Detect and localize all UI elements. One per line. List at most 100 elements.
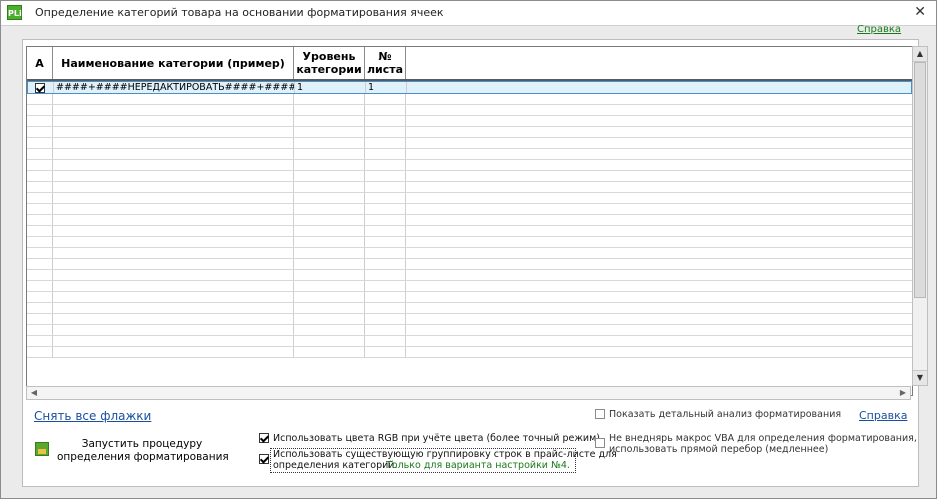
grid-cell[interactable] bbox=[365, 248, 406, 258]
grid-cell[interactable] bbox=[53, 116, 294, 126]
grid-cell[interactable] bbox=[294, 138, 365, 148]
grid-cell[interactable] bbox=[294, 303, 365, 313]
grid-cell[interactable] bbox=[53, 292, 294, 302]
grid-cell[interactable] bbox=[365, 336, 406, 346]
grid-cell[interactable] bbox=[365, 138, 406, 148]
table-row[interactable] bbox=[27, 171, 912, 182]
scroll-right-icon[interactable]: ▶ bbox=[896, 387, 910, 399]
grid-cell[interactable] bbox=[365, 193, 406, 203]
grid-cell[interactable] bbox=[27, 314, 53, 324]
category-level-cell[interactable]: 1 bbox=[295, 82, 366, 93]
grid-cell[interactable] bbox=[365, 303, 406, 313]
grid-cell[interactable] bbox=[53, 259, 294, 269]
rgb-colors-checkbox[interactable] bbox=[259, 433, 269, 443]
grid-cell[interactable] bbox=[365, 182, 406, 192]
table-row[interactable] bbox=[27, 237, 912, 248]
column-header-a[interactable]: A bbox=[27, 47, 53, 79]
table-row[interactable] bbox=[27, 292, 912, 303]
scroll-up-icon[interactable]: ▲ bbox=[913, 47, 927, 62]
grid-cell[interactable] bbox=[53, 226, 294, 236]
grid-cell[interactable] bbox=[294, 116, 365, 126]
no-vba-checkbox[interactable] bbox=[595, 438, 605, 448]
grid-cell[interactable] bbox=[365, 292, 406, 302]
row-checkbox[interactable] bbox=[35, 82, 45, 93]
grid-cell[interactable] bbox=[53, 215, 294, 225]
grid-cell[interactable] bbox=[294, 94, 365, 104]
grid-cell[interactable] bbox=[294, 248, 365, 258]
grid-cell[interactable] bbox=[27, 303, 53, 313]
table-row[interactable] bbox=[27, 138, 912, 149]
grid-cell[interactable] bbox=[53, 303, 294, 313]
grid-cell[interactable] bbox=[53, 138, 294, 148]
grid-cell[interactable] bbox=[294, 215, 365, 225]
grid-cell[interactable] bbox=[27, 248, 53, 258]
grid-cell[interactable] bbox=[27, 149, 53, 159]
grid-cell[interactable] bbox=[53, 105, 294, 115]
sheet-number-cell[interactable]: 1 bbox=[366, 82, 407, 93]
table-row[interactable] bbox=[27, 160, 912, 171]
grid-cell[interactable] bbox=[27, 138, 53, 148]
detail-analysis-checkbox[interactable] bbox=[595, 409, 605, 419]
table-row[interactable] bbox=[27, 127, 912, 138]
column-header-sheet-number[interactable]: № листа bbox=[365, 47, 406, 79]
grid-cell[interactable] bbox=[294, 226, 365, 236]
grid-cell[interactable] bbox=[365, 347, 406, 357]
grid-cell[interactable] bbox=[294, 105, 365, 115]
grid-cell[interactable] bbox=[27, 281, 53, 291]
table-row[interactable] bbox=[27, 204, 912, 215]
vertical-scrollbar[interactable]: ▲ ▼ bbox=[912, 46, 928, 386]
grid-cell[interactable] bbox=[365, 226, 406, 236]
categories-grid[interactable]: A Наименование категории (пример) Уровен… bbox=[26, 46, 913, 396]
table-row[interactable] bbox=[27, 116, 912, 127]
table-row[interactable] bbox=[27, 193, 912, 204]
grid-cell[interactable] bbox=[27, 325, 53, 335]
grid-cell[interactable] bbox=[365, 116, 406, 126]
grid-cell[interactable] bbox=[365, 105, 406, 115]
grid-cell[interactable] bbox=[53, 270, 294, 280]
grid-cell[interactable] bbox=[27, 259, 53, 269]
grid-cell[interactable] bbox=[27, 171, 53, 181]
grid-cell[interactable] bbox=[53, 336, 294, 346]
grid-cell[interactable] bbox=[365, 160, 406, 170]
grid-cell[interactable] bbox=[365, 127, 406, 137]
grid-cell[interactable] bbox=[53, 314, 294, 324]
use-grouping-checkbox[interactable] bbox=[259, 454, 269, 464]
grid-cell[interactable] bbox=[53, 347, 294, 357]
grid-cell[interactable] bbox=[27, 237, 53, 247]
table-row[interactable] bbox=[27, 215, 912, 226]
grid-cell[interactable] bbox=[294, 149, 365, 159]
grid-cell[interactable] bbox=[27, 160, 53, 170]
grid-cell[interactable] bbox=[53, 248, 294, 258]
table-row[interactable] bbox=[27, 270, 912, 281]
grid-cell[interactable] bbox=[294, 171, 365, 181]
grid-cell[interactable] bbox=[27, 94, 53, 104]
table-row[interactable] bbox=[27, 94, 912, 105]
grid-cell[interactable] bbox=[53, 204, 294, 214]
grid-cell[interactable] bbox=[365, 259, 406, 269]
grid-cell[interactable] bbox=[53, 149, 294, 159]
grid-cell[interactable] bbox=[53, 281, 294, 291]
clear-flags-link[interactable]: Снять все флажки bbox=[34, 409, 151, 423]
table-row[interactable] bbox=[27, 314, 912, 325]
grid-cell[interactable] bbox=[27, 193, 53, 203]
grid-cell[interactable] bbox=[294, 193, 365, 203]
grid-cell[interactable] bbox=[27, 182, 53, 192]
table-row[interactable] bbox=[27, 149, 912, 160]
grid-cell[interactable] bbox=[365, 325, 406, 335]
scroll-down-icon[interactable]: ▼ bbox=[913, 370, 927, 385]
grid-cell[interactable] bbox=[53, 237, 294, 247]
grid-cell[interactable] bbox=[294, 182, 365, 192]
table-row[interactable] bbox=[27, 347, 912, 358]
table-row[interactable] bbox=[27, 259, 912, 270]
grid-cell[interactable] bbox=[27, 336, 53, 346]
run-detection-button[interactable]: Запустить процедуру определения форматир… bbox=[33, 438, 233, 468]
help-link-bottom[interactable]: Справка bbox=[859, 409, 907, 422]
grid-cell[interactable] bbox=[294, 336, 365, 346]
table-row[interactable] bbox=[27, 226, 912, 237]
grid-cell[interactable] bbox=[27, 215, 53, 225]
grid-cell[interactable] bbox=[27, 226, 53, 236]
grid-cell[interactable] bbox=[365, 171, 406, 181]
grid-cell[interactable] bbox=[294, 347, 365, 357]
grid-cell[interactable] bbox=[365, 215, 406, 225]
grid-cell[interactable] bbox=[294, 127, 365, 137]
